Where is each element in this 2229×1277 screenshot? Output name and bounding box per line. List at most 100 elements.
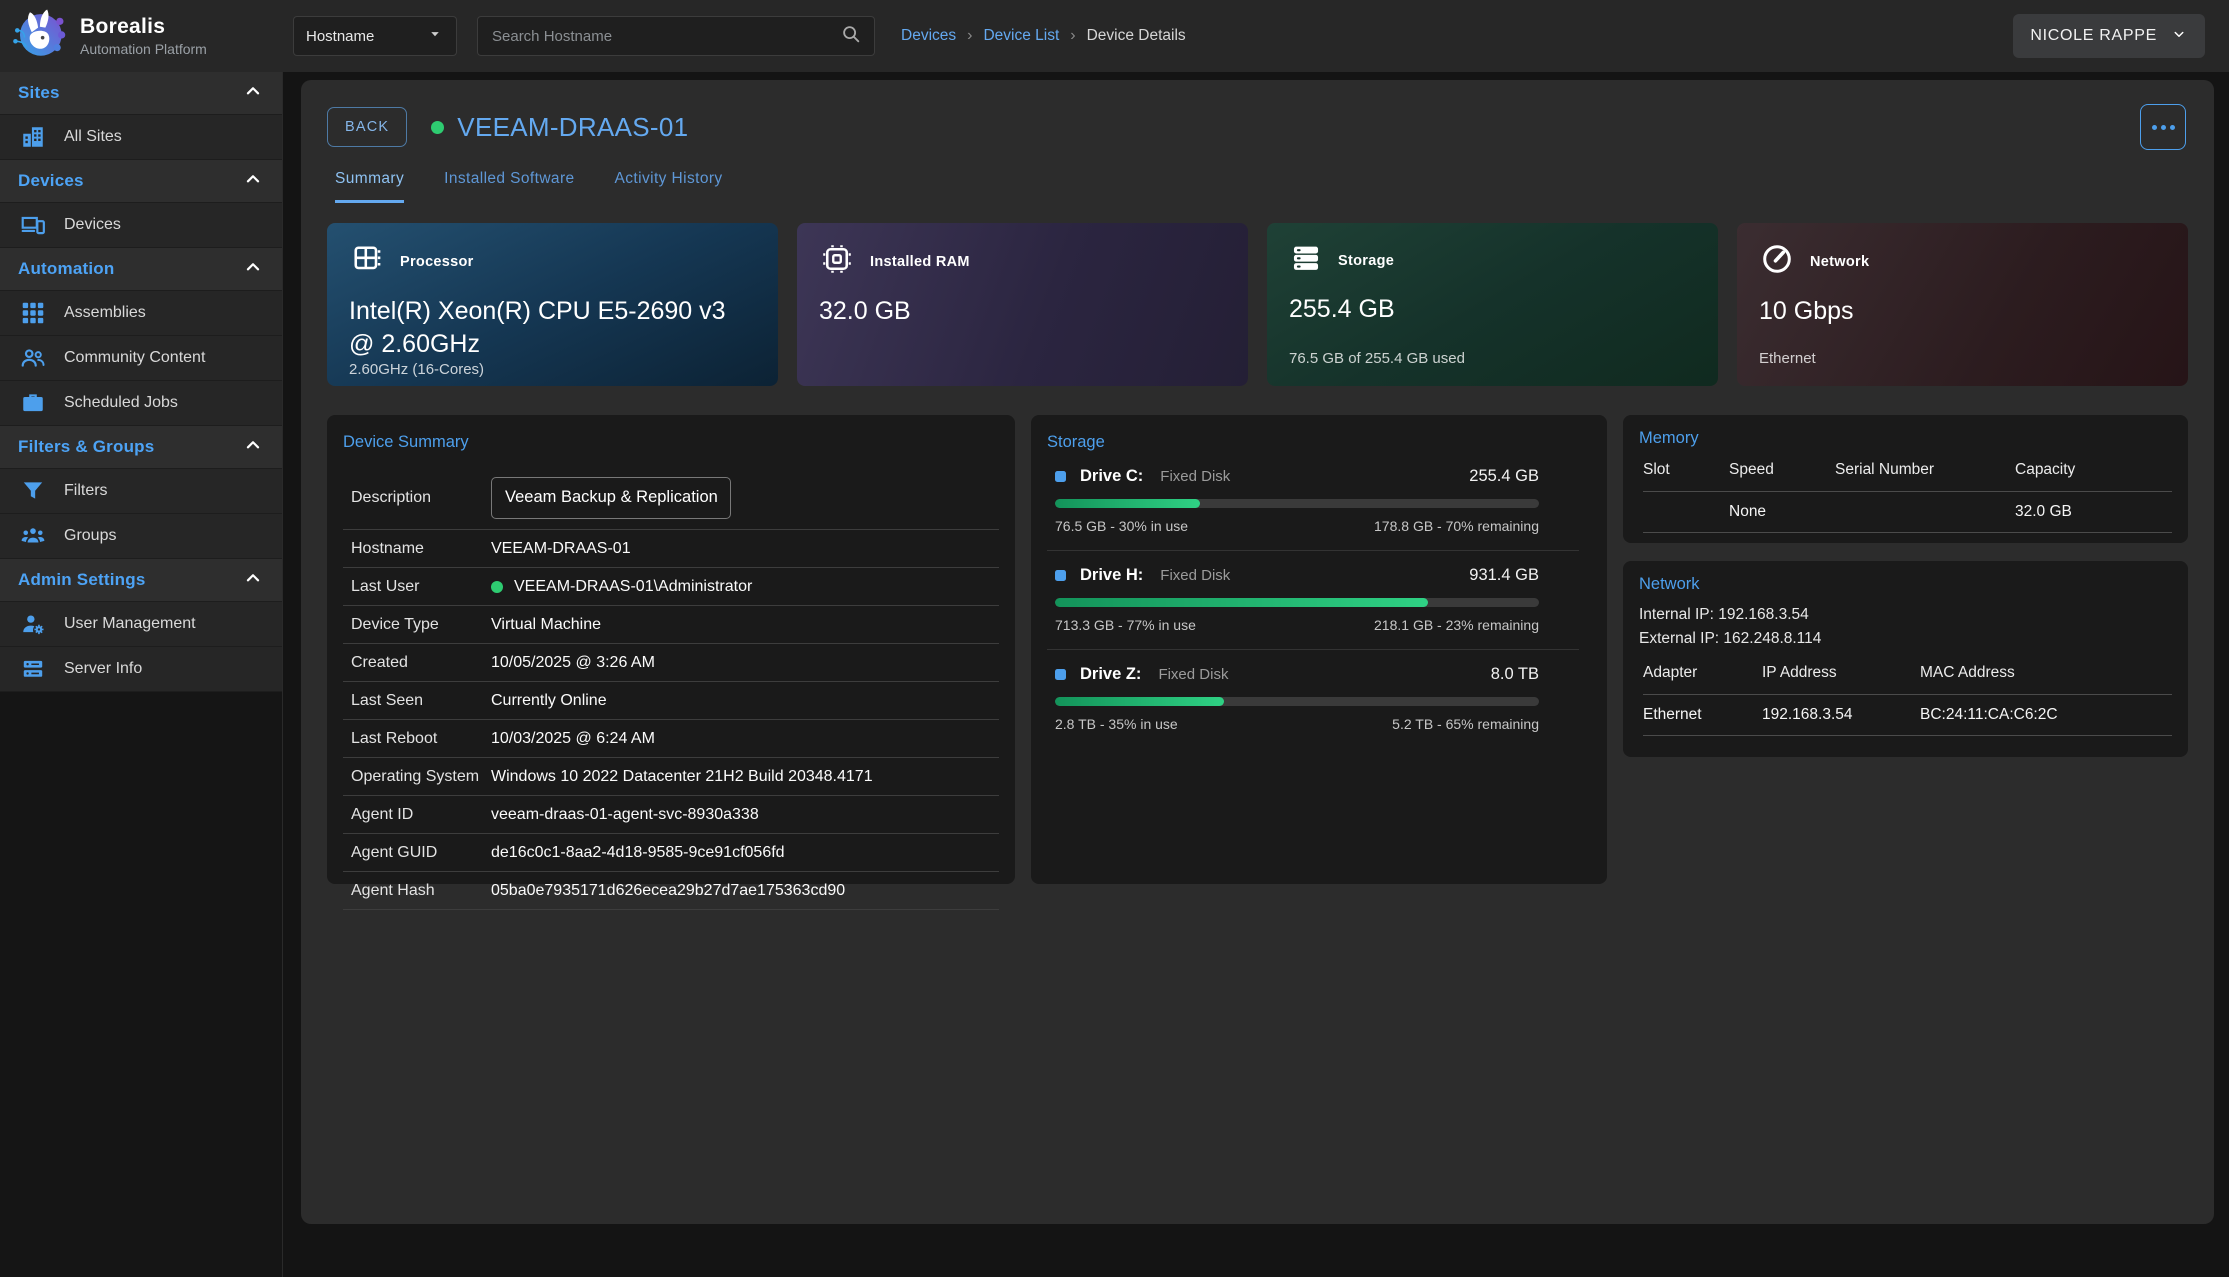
processor-card: Processor Intel(R) Xeon(R) CPU E5-2690 v… — [327, 223, 778, 386]
chevron-up-icon — [242, 567, 264, 594]
external-ip: External IP: 162.248.8.114 — [1639, 627, 2172, 651]
drive-name: Drive Z: — [1080, 665, 1141, 684]
sidebar-section-filters-groups[interactable]: Filters & Groups — [0, 426, 282, 469]
storage-panel: Storage Drive C: Fixed Disk 255.4 GB 76.… — [1031, 415, 1607, 884]
sidebar-section-sites[interactable]: Sites — [0, 72, 282, 115]
description-input[interactable] — [491, 477, 731, 519]
row-label: Agent GUID — [351, 844, 491, 862]
network-card: Network 10 Gbps Ethernet — [1737, 223, 2188, 386]
row-label: Agent Hash — [351, 882, 491, 900]
caret-down-icon — [426, 25, 444, 47]
rabbit-gear-logo — [10, 5, 68, 68]
brand: Borealis Automation Platform — [0, 5, 283, 68]
chevron-up-icon — [242, 434, 264, 461]
memory-speed: None — [1729, 503, 1835, 521]
drive-used-text: 713.3 GB - 77% in use — [1055, 617, 1196, 633]
row-label: Description — [351, 489, 491, 507]
adapter-name: Ethernet — [1643, 706, 1762, 724]
breadcrumb-current: Device Details — [1087, 27, 1186, 45]
sidebar-item-assemblies[interactable]: Assemblies — [0, 291, 282, 336]
sidebar-item-all-sites[interactable]: All Sites — [0, 115, 282, 160]
sidebar-item-server-info[interactable]: Server Info — [0, 647, 282, 692]
panel-title: Storage — [1047, 433, 1579, 452]
column-header: Adapter — [1643, 664, 1762, 682]
drive-type: Fixed Disk — [1158, 666, 1228, 683]
device-header: BACK VEEAM-DRAAS-01 — [327, 104, 2188, 150]
drive-remaining-text: 218.1 GB - 23% remaining — [1374, 617, 1539, 633]
sidebar-item-user-management[interactable]: User Management — [0, 602, 282, 647]
table-row: Device Type Virtual Machine — [343, 606, 999, 644]
sidebar-item-label: All Sites — [64, 128, 122, 146]
row-label: Last Reboot — [351, 730, 491, 748]
table-row: None 32.0 GB — [1643, 491, 2172, 533]
sidebar-item-community-content[interactable]: Community Content — [0, 336, 282, 381]
memory-table: Slot Speed Serial Number Capacity None 3… — [1639, 461, 2172, 533]
tab-activity-history[interactable]: Activity History — [615, 170, 723, 203]
drive-name: Drive H: — [1080, 566, 1143, 585]
server-icon — [20, 656, 46, 682]
back-button[interactable]: BACK — [327, 107, 407, 147]
sidebar-item-label: Scheduled Jobs — [64, 394, 178, 412]
drive-usage-fill — [1055, 697, 1224, 706]
search-icon[interactable] — [840, 23, 862, 50]
table-row: Created 10/05/2025 @ 3:26 AM — [343, 644, 999, 682]
people-icon — [20, 345, 46, 371]
breadcrumb-devices[interactable]: Devices — [901, 27, 956, 45]
user-menu-button[interactable]: NICOLE RAPPE — [2013, 14, 2205, 58]
search-input[interactable] — [490, 27, 840, 46]
sidebar-item-scheduled-jobs[interactable]: Scheduled Jobs — [0, 381, 282, 426]
tab-summary[interactable]: Summary — [335, 170, 404, 203]
table-row: Description — [343, 466, 999, 530]
chevron-down-icon — [2170, 25, 2188, 48]
breadcrumb-device-list[interactable]: Device List — [983, 27, 1059, 45]
filter-funnel-icon — [20, 478, 46, 504]
tab-installed-software[interactable]: Installed Software — [444, 170, 574, 203]
search-field-dropdown[interactable]: Hostname — [293, 16, 457, 56]
search-field-dropdown-value: Hostname — [306, 28, 374, 45]
table-row: Agent Hash 05ba0e7935171d626ecea29b27d7a… — [343, 872, 999, 910]
building-icon — [20, 124, 46, 150]
sidebar-item-filters[interactable]: Filters — [0, 469, 282, 514]
sidebar-section-admin-settings[interactable]: Admin Settings — [0, 559, 282, 602]
stat-cards: Processor Intel(R) Xeon(R) CPU E5-2690 v… — [327, 223, 2188, 386]
sidebar-item-label: Groups — [64, 527, 116, 545]
drive-bullet-icon — [1055, 570, 1066, 581]
processor-value: Intel(R) Xeon(R) CPU E5-2690 v3 @ 2.60GH… — [349, 295, 756, 361]
app-root: Borealis Automation Platform Hostname De… — [0, 0, 2229, 1277]
sidebar-item-label: Filters — [64, 482, 108, 500]
row-value: VEEAM-DRAAS-01 — [491, 540, 631, 558]
network-table: Adapter IP Address MAC Address Ethernet … — [1639, 664, 2172, 736]
column-header: Slot — [1643, 461, 1729, 479]
column-header: IP Address — [1762, 664, 1920, 682]
ram-value: 32.0 GB — [819, 295, 1226, 328]
memory-capacity: 32.0 GB — [2015, 503, 2172, 521]
network-gauge-icon — [1759, 241, 1795, 282]
drive-usage-bar — [1055, 598, 1539, 607]
row-value: 10/05/2025 @ 3:26 AM — [491, 654, 655, 672]
device-title: VEEAM-DRAAS-01 — [457, 112, 688, 143]
grid-icon — [20, 300, 46, 326]
sidebar-section-devices[interactable]: Devices — [0, 160, 282, 203]
top-bar: Borealis Automation Platform Hostname De… — [0, 0, 2229, 72]
row-label: Device Type — [351, 616, 491, 634]
sidebar-section-label: Automation — [18, 259, 114, 279]
installed-ram-card: Installed RAM 32.0 GB — [797, 223, 1248, 386]
sidebar-item-groups[interactable]: Groups — [0, 514, 282, 559]
drive-bullet-icon — [1055, 471, 1066, 482]
sidebar-item-devices[interactable]: Devices — [0, 203, 282, 248]
ram-chip-icon — [819, 241, 855, 282]
table-row: Ethernet 192.168.3.54 BC:24:11:CA:C6:2C — [1643, 694, 2172, 736]
brand-text: Borealis Automation Platform — [80, 15, 207, 57]
column-header: Capacity — [2015, 461, 2172, 479]
detail-panels: Device Summary Description Hostname VEEA… — [327, 415, 2188, 884]
row-value: Virtual Machine — [491, 616, 601, 634]
drive-usage-fill — [1055, 598, 1428, 607]
sidebar-section-automation[interactable]: Automation — [0, 248, 282, 291]
memory-panel: Memory Slot Speed Serial Number Capacity… — [1623, 415, 2188, 543]
storage-card: Storage 255.4 GB 76.5 GB of 255.4 GB use… — [1267, 223, 1718, 386]
drive-remaining-text: 178.8 GB - 70% remaining — [1374, 518, 1539, 534]
card-label: Storage — [1338, 253, 1394, 269]
storage-value: 255.4 GB — [1289, 293, 1696, 326]
user-gear-icon — [20, 611, 46, 637]
more-actions-button[interactable] — [2140, 104, 2186, 150]
